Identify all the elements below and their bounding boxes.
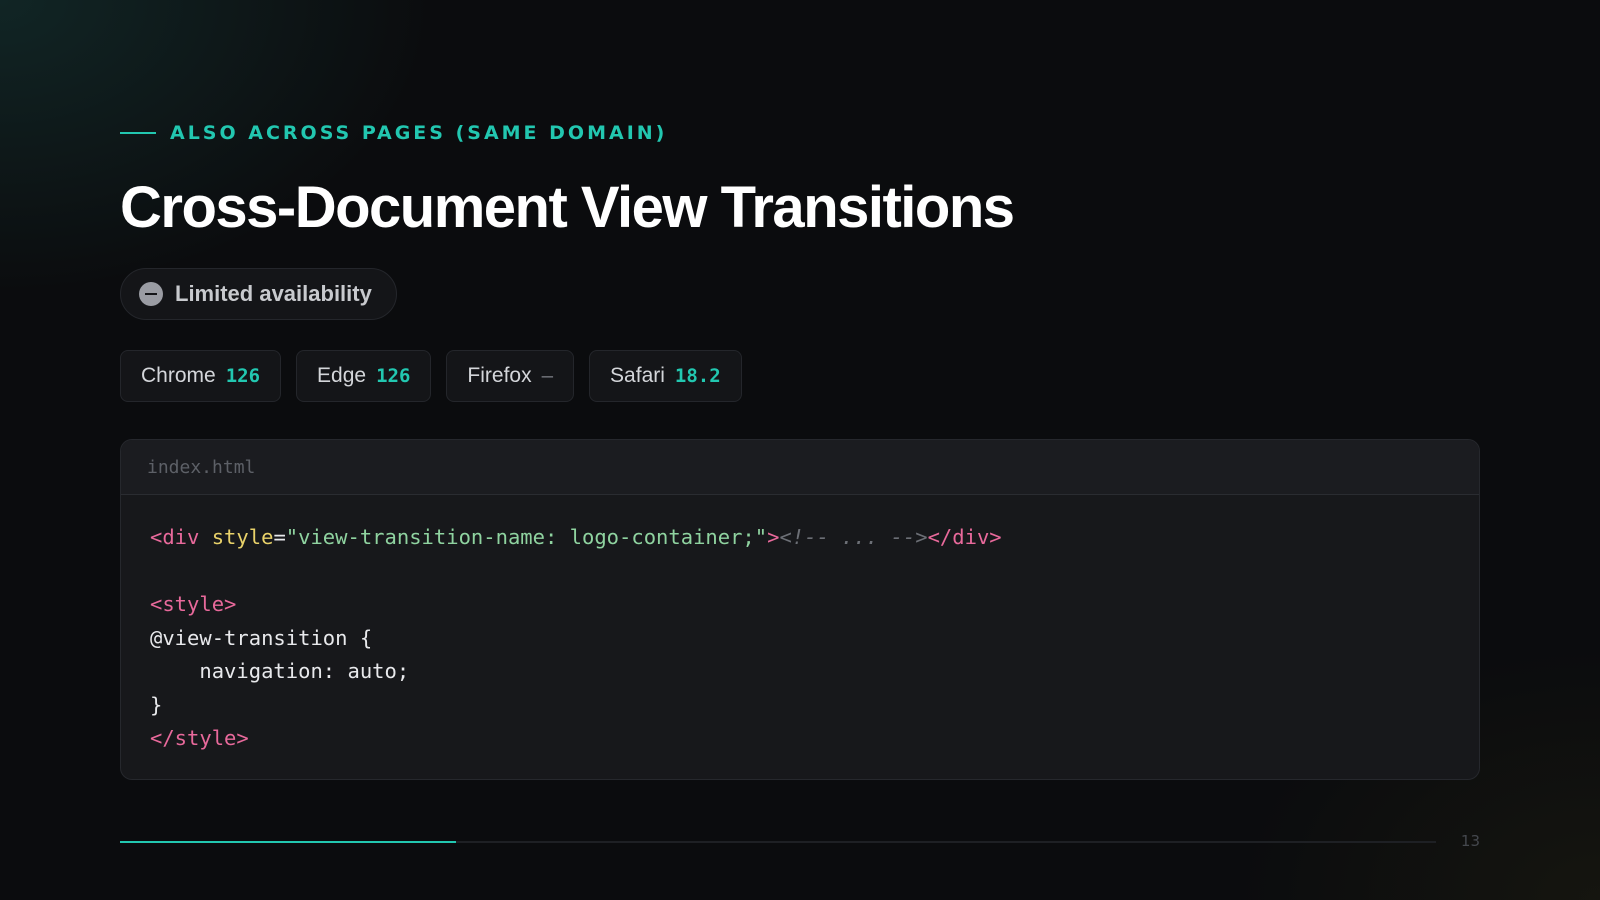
kicker-accent-line [120,132,156,134]
browser-name: Safari [610,364,665,387]
page-number: 13 [1460,832,1480,850]
browser-chip-firefox: Firefox – [446,350,575,402]
code-filename: index.html [147,456,256,478]
code-token-declaration: navigation: auto; [150,659,410,683]
code-line: } [150,689,1479,723]
browser-chip-chrome: Chrome 126 [120,350,282,402]
code-line: <div style="view-transition-name: logo-c… [150,521,1479,555]
browser-name: Edge [317,364,367,387]
browser-chip-safari: Safari 18.2 [589,350,742,402]
browser-version: 18.2 [674,365,721,387]
browser-chip-edge: Edge 126 [296,350,432,402]
availability-label: Limited availability [175,281,372,306]
browser-version: 126 [376,365,411,387]
code-line: <style> [150,588,1479,622]
slide-title: Cross-Document View Transitions [120,175,1015,240]
kicker-text: ALSO ACROSS PAGES (SAME DOMAIN) [170,122,668,144]
browser-name: Chrome [141,364,216,387]
code-token-equals: = [273,525,286,549]
code-token-tag: <div [150,525,200,549]
slide-progress-bar [120,841,1436,843]
code-line: </style> [150,722,1479,756]
code-block-header: index.html [121,440,1479,495]
code-line: navigation: auto; [150,655,1479,689]
code-token-string: "view-transition-name: logo-container;" [285,525,768,549]
code-body: <div style="view-transition-name: logo-c… [121,495,1479,756]
browser-version: 126 [225,365,261,387]
code-token-tag: </div> [927,525,1002,549]
code-token-brace: } [150,692,163,717]
code-token-tag: > [767,525,780,549]
section-kicker: ALSO ACROSS PAGES (SAME DOMAIN) [120,122,667,144]
slide-progress-fill [120,841,456,843]
browser-name: Firefox [467,364,532,387]
code-token-tag: </style> [150,726,249,750]
minus-circle-icon [139,282,163,306]
code-token-attribute: style [211,525,274,549]
code-line: @view-transition { [150,622,1479,656]
browser-support-list: Chrome 126 Edge 126 Firefox – Safari 18.… [120,350,742,402]
availability-badge: Limited availability [120,268,397,320]
browser-version: – [541,365,554,387]
code-token-tag: <style> [150,592,237,616]
code-token-comment: <!-- ... --> [779,525,928,549]
slide: ALSO ACROSS PAGES (SAME DOMAIN) Cross-Do… [120,0,1480,900]
code-token-rule: @view-transition { [150,625,373,650]
code-block: index.html <div style="view-transition-n… [120,439,1480,780]
